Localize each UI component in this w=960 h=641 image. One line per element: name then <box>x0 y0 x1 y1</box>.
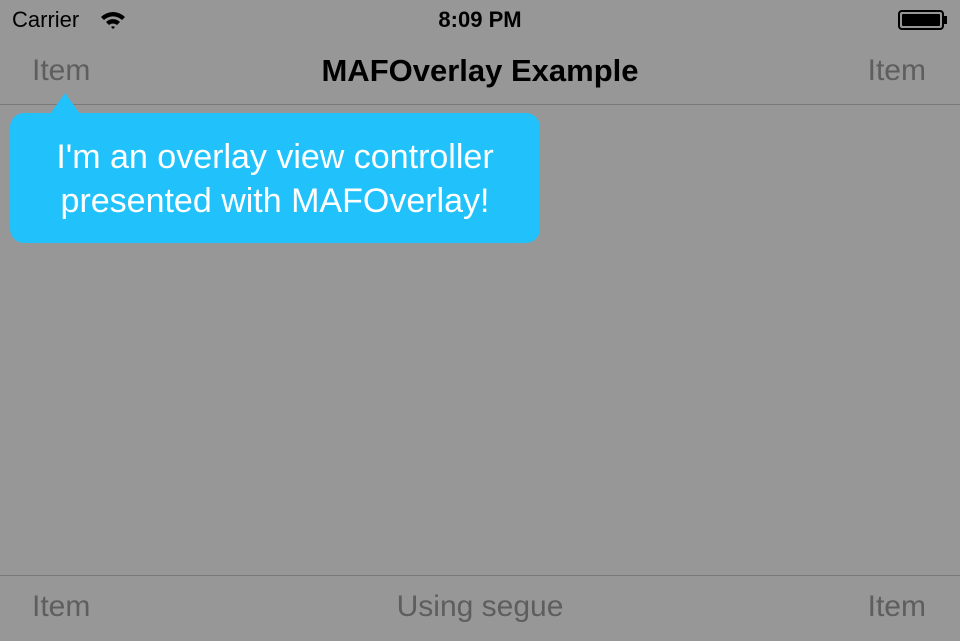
using-segue-button[interactable]: Using segue <box>0 590 960 624</box>
overlay-bubble[interactable]: I'm an overlay view controller presented… <box>10 113 540 243</box>
battery-icon <box>898 10 947 30</box>
navigation-bar: Item MAFOverlay Example Item <box>0 40 960 105</box>
nav-title: MAFOverlay Example <box>321 53 639 88</box>
nav-right-item-button[interactable]: Item <box>868 54 926 88</box>
toolbar-right-item-button[interactable]: Item <box>868 590 926 624</box>
status-time: 8:09 PM <box>438 7 522 32</box>
toolbar: Item Using segue Item <box>0 575 960 641</box>
status-bar: Carrier 8:09 PM <box>0 0 960 40</box>
overlay-pointer-arrow <box>50 93 80 114</box>
overlay-message: I'm an overlay view controller presented… <box>56 138 494 220</box>
